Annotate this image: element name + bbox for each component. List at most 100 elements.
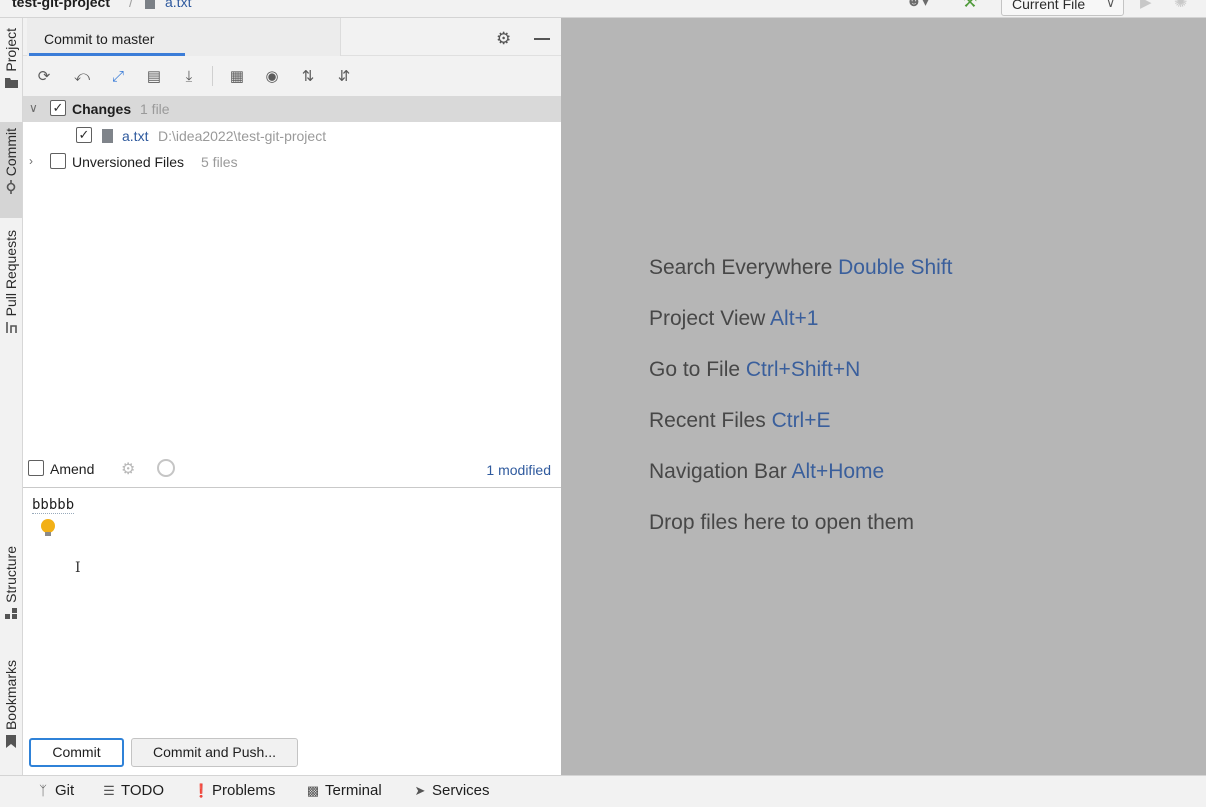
hint-shortcut: Alt+1: [770, 307, 819, 330]
breadcrumb-project[interactable]: test-git-project: [12, 0, 110, 10]
pull-request-icon: [4, 320, 18, 334]
build-hammer-icon[interactable]: ⚒: [962, 0, 988, 14]
tool-tab-pull-requests[interactable]: Pull Requests: [0, 230, 22, 350]
changelist-count: 1 file: [140, 101, 170, 117]
run-icon[interactable]: ▶: [1140, 0, 1152, 11]
amend-bar: Amend ⚙ 1 modified: [23, 456, 561, 488]
user-icon[interactable]: ☻▾: [906, 0, 940, 14]
hint-shortcut: Ctrl+Shift+N: [745, 358, 861, 381]
shelve-icon[interactable]: ▤: [143, 65, 165, 87]
run-configuration-select[interactable]: Current File ∨: [1001, 0, 1124, 16]
tool-tab-label: Commit: [3, 128, 19, 177]
expand-all-icon[interactable]: ⇅: [297, 65, 319, 87]
tool-tab-commit[interactable]: Commit: [0, 122, 22, 218]
commit-message-editor[interactable]: bbbbb I: [23, 489, 561, 729]
breadcrumb-file[interactable]: a.txt: [165, 0, 191, 10]
run-configuration-label: Current File: [1012, 0, 1086, 12]
hint-text: Search Everywhere: [649, 256, 833, 279]
modified-count-link[interactable]: 1 modified: [486, 462, 551, 478]
unversioned-row[interactable]: › Unversioned Files 5 files: [23, 149, 561, 175]
tool-label: TODO: [121, 782, 165, 799]
hint-shortcut: Double Shift: [838, 256, 953, 279]
hint-recent-files: Recent Files Ctrl+E: [649, 409, 831, 433]
group-by-icon[interactable]: ▦: [226, 65, 248, 87]
commit-and-push-button[interactable]: Commit and Push...: [131, 738, 298, 767]
debug-icon[interactable]: ✺: [1174, 0, 1187, 12]
hint-text: Go to File: [649, 358, 741, 381]
unversioned-checkbox[interactable]: [50, 153, 66, 169]
file-checkbox[interactable]: ✓: [76, 127, 92, 143]
toolbar-separator: [212, 66, 213, 86]
refresh-icon[interactable]: ⟳: [33, 65, 55, 87]
hint-search-everywhere: Search Everywhere Double Shift: [649, 256, 953, 280]
text-cursor-icon: I: [75, 560, 81, 576]
changelist-label: Changes: [72, 101, 132, 117]
tool-terminal[interactable]: ▩ Terminal: [306, 782, 382, 799]
tool-problems[interactable]: ❗ Problems: [193, 782, 275, 799]
problems-icon: ❗: [193, 783, 210, 798]
diff-icon[interactable]: ⤢: [107, 65, 129, 87]
commit-icon: [4, 180, 18, 195]
chevron-right-icon[interactable]: ›: [29, 154, 33, 168]
structure-icon: [4, 607, 18, 621]
tool-todo[interactable]: ☰ TODO: [102, 782, 164, 799]
services-icon: ➤: [414, 783, 426, 798]
editor-empty-area[interactable]: Search Everywhere Double Shift Project V…: [561, 18, 1206, 775]
commit-toolbar: ⟳ ⤺ ⤢ ▤ ⤓ ▦ ◉ ⇅ ⇵: [23, 56, 561, 96]
file-row[interactable]: ✓ a.txt D:\idea2022\test-git-project: [23, 123, 561, 149]
left-tool-strip: Project Commit Pull Requests Structure B…: [0, 18, 23, 775]
tool-tab-bookmarks[interactable]: Bookmarks: [0, 660, 22, 764]
commit-history-clock-icon[interactable]: [157, 459, 175, 477]
bottom-tool-bar: ᛉ Git ☰ TODO ❗ Problems ▩ Terminal ➤ Services: [0, 775, 1206, 807]
folder-icon: [4, 76, 18, 90]
commit-options-gear-icon[interactable]: ⚙: [121, 459, 135, 479]
hint-drop-files: Drop files here to open them: [649, 511, 914, 535]
hint-project-view: Project View Alt+1: [649, 307, 818, 331]
tool-tab-label: Pull Requests: [3, 230, 19, 317]
hint-shortcut: Alt+Home: [791, 460, 885, 483]
hint-shortcut: Ctrl+E: [771, 409, 831, 432]
tool-label: Git: [55, 782, 75, 799]
gear-icon[interactable]: ⚙: [496, 29, 511, 49]
tool-tab-project[interactable]: Project: [0, 28, 22, 106]
git-branch-icon: ᛉ: [39, 783, 47, 798]
text-file-icon: [145, 0, 155, 9]
amend-label[interactable]: Amend: [50, 461, 94, 477]
unversioned-count: 5 files: [201, 154, 238, 170]
bookmark-icon: [4, 734, 18, 748]
navigation-bar: test-git-project / a.txt ☻▾ ⚒ Current Fi…: [0, 0, 1206, 18]
todo-icon: ☰: [103, 783, 115, 798]
amend-checkbox[interactable]: [28, 460, 44, 476]
commit-tool-window: Commit to master ⚙ ⟳ ⤺ ⤢ ▤ ⤓ ▦ ◉ ⇅ ⇵ ∨ ✓…: [23, 18, 561, 775]
tool-label: Problems: [212, 782, 276, 799]
tab-title: Commit to master: [44, 31, 155, 47]
lightbulb-icon[interactable]: [41, 519, 55, 537]
unversioned-label: Unversioned Files: [72, 154, 185, 170]
file-path: D:\idea2022\test-git-project: [158, 128, 327, 144]
hint-text: Navigation Bar: [649, 460, 787, 483]
hint-navigation-bar: Navigation Bar Alt+Home: [649, 460, 884, 484]
chevron-down-icon: ∨: [1106, 0, 1115, 10]
collapse-all-icon[interactable]: ⇵: [333, 65, 355, 87]
tool-services[interactable]: ➤ Services: [413, 782, 490, 799]
view-options-icon[interactable]: ◉: [261, 65, 283, 87]
rollback-icon[interactable]: ⤺: [71, 65, 93, 87]
minimize-icon[interactable]: [534, 38, 550, 40]
terminal-icon: ▩: [306, 783, 320, 798]
changelist-checkbox[interactable]: ✓: [50, 100, 66, 116]
tab-commit-to-master[interactable]: Commit to master: [27, 18, 341, 56]
tool-tab-structure[interactable]: Structure: [0, 546, 22, 638]
breadcrumb-separator: /: [129, 0, 133, 10]
tool-tab-label: Bookmarks: [3, 660, 19, 731]
commit-message-text[interactable]: bbbbb: [32, 497, 75, 514]
commit-button[interactable]: Commit: [29, 738, 124, 767]
tool-label: Terminal: [325, 782, 382, 799]
changelist-row[interactable]: ∨ ✓ Changes 1 file: [23, 96, 561, 122]
tool-tab-label: Project: [3, 28, 19, 72]
update-icon[interactable]: ⤓: [178, 65, 200, 87]
chevron-down-icon[interactable]: ∨: [29, 101, 38, 115]
tool-git[interactable]: ᛉ Git: [36, 782, 74, 799]
changes-tree: ∨ ✓ Changes 1 file ✓ a.txt D:\idea2022\t…: [23, 96, 561, 456]
hint-text: Drop files here to open them: [649, 511, 914, 534]
tool-tab-label: Structure: [3, 546, 19, 603]
